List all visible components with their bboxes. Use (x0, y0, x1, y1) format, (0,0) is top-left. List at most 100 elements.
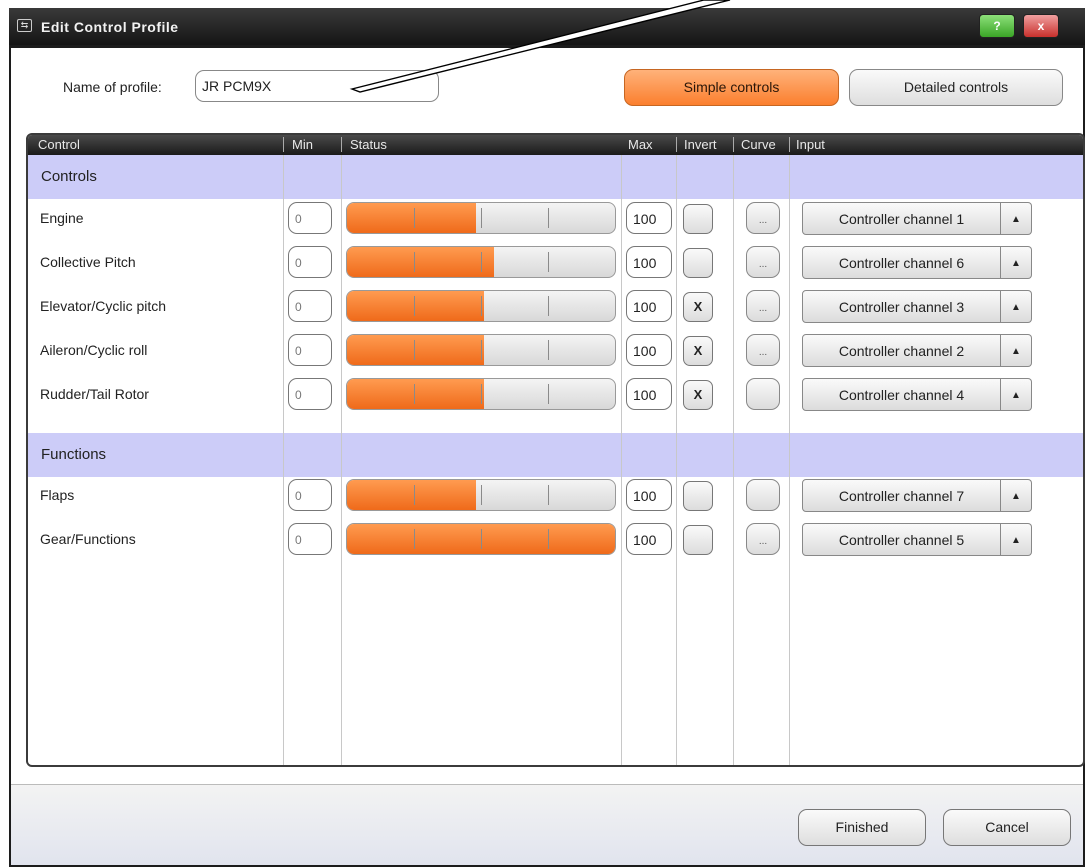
curve-button[interactable]: ... (746, 290, 780, 322)
control-name: Engine (40, 210, 84, 226)
min-input[interactable]: 0 (288, 290, 332, 322)
max-input[interactable]: 100 (626, 246, 672, 278)
help-button[interactable]: ? (979, 14, 1015, 38)
col-input: Input (796, 137, 825, 152)
status-bar (346, 479, 616, 511)
section-header-functions: Functions (28, 433, 1083, 477)
min-input[interactable]: 0 (288, 378, 332, 410)
input-channel-select[interactable]: Controller channel 3 (802, 290, 1001, 323)
curve-button[interactable]: ... (746, 334, 780, 366)
dropdown-arrow-icon[interactable]: ▲ (1001, 523, 1032, 556)
status-bar-tick (414, 208, 415, 228)
app-icon: ⇆ (17, 19, 32, 32)
dropdown-arrow-icon[interactable]: ▲ (1001, 378, 1032, 411)
status-bar-tick (481, 340, 482, 360)
min-input[interactable]: 0 (288, 246, 332, 278)
finished-button[interactable]: Finished (798, 809, 926, 846)
status-bar (346, 290, 616, 322)
dropdown-arrow-icon[interactable]: ▲ (1001, 479, 1032, 512)
col-min: Min (292, 137, 313, 152)
status-bar-tick (481, 384, 482, 404)
status-bar-tick (414, 485, 415, 505)
dropdown-arrow-icon[interactable]: ▲ (1001, 246, 1032, 279)
profile-name-label: Name of profile: (63, 79, 162, 95)
column-divider (283, 155, 284, 765)
input-channel-select[interactable]: Controller channel 6 (802, 246, 1001, 279)
status-bar-tick (414, 529, 415, 549)
curve-button[interactable] (746, 479, 780, 511)
max-input[interactable]: 100 (626, 523, 672, 555)
invert-checkbox[interactable] (683, 248, 713, 278)
curve-button[interactable]: ... (746, 246, 780, 278)
status-bar (346, 378, 616, 410)
input-channel-select[interactable]: Controller channel 4 (802, 378, 1001, 411)
section-header-controls: Controls (28, 155, 1083, 199)
invert-checkbox[interactable]: X (683, 380, 713, 410)
curve-button[interactable] (746, 378, 780, 410)
input-channel-select[interactable]: Controller channel 5 (802, 523, 1001, 556)
min-input[interactable]: 0 (288, 523, 332, 555)
header-divider (733, 137, 734, 152)
header-divider (789, 137, 790, 152)
status-bar-tick (548, 208, 549, 228)
control-name: Aileron/Cyclic roll (40, 342, 148, 358)
column-divider (621, 155, 622, 765)
dropdown-arrow-icon[interactable]: ▲ (1001, 202, 1032, 235)
controls-grid: Control Min Status Max Invert Curve Inpu… (26, 133, 1085, 767)
grid-header: Control Min Status Max Invert Curve Inpu… (28, 135, 1083, 155)
detailed-controls-button[interactable]: Detailed controls (849, 69, 1063, 106)
status-bar-tick (481, 252, 482, 272)
status-bar-tick (481, 529, 482, 549)
status-bar-tick (414, 340, 415, 360)
status-bar-tick (548, 485, 549, 505)
max-input[interactable]: 100 (626, 334, 672, 366)
max-input[interactable]: 100 (626, 290, 672, 322)
input-channel-select[interactable]: Controller channel 7 (802, 479, 1001, 512)
section-label: Functions (41, 446, 107, 463)
dropdown-arrow-icon[interactable]: ▲ (1001, 334, 1032, 367)
column-divider (733, 155, 734, 765)
invert-checkbox[interactable]: X (683, 292, 713, 322)
edit-control-profile-window: ⇆ Edit Control Profile ? x Name of profi… (9, 8, 1085, 867)
control-name: Rudder/Tail Rotor (40, 386, 149, 402)
status-bar-tick (548, 252, 549, 272)
status-bar-fill (347, 335, 484, 365)
max-input[interactable]: 100 (626, 378, 672, 410)
min-input[interactable]: 0 (288, 202, 332, 234)
col-status: Status (350, 137, 387, 152)
status-bar-tick (548, 296, 549, 316)
input-channel-select[interactable]: Controller channel 1 (802, 202, 1001, 235)
header-divider (283, 137, 284, 152)
status-bar (346, 246, 616, 278)
status-bar-tick (548, 529, 549, 549)
column-divider (676, 155, 677, 765)
status-bar (346, 202, 616, 234)
status-bar-tick (481, 208, 482, 228)
invert-checkbox[interactable] (683, 481, 713, 511)
invert-checkbox[interactable] (683, 525, 713, 555)
curve-button[interactable]: ... (746, 202, 780, 234)
status-bar-tick (481, 296, 482, 316)
cancel-button[interactable]: Cancel (943, 809, 1071, 846)
input-channel-select[interactable]: Controller channel 2 (802, 334, 1001, 367)
control-name: Flaps (40, 487, 75, 503)
invert-checkbox[interactable] (683, 204, 713, 234)
col-max: Max (628, 137, 653, 152)
close-button[interactable]: x (1023, 14, 1059, 38)
control-name: Elevator/Cyclic pitch (40, 298, 167, 314)
min-input[interactable]: 0 (288, 334, 332, 366)
curve-button[interactable]: ... (746, 523, 780, 555)
status-bar-fill (347, 379, 484, 409)
simple-controls-button[interactable]: Simple controls (624, 69, 839, 106)
dropdown-arrow-icon[interactable]: ▲ (1001, 290, 1032, 323)
profile-name-input[interactable] (195, 70, 439, 102)
status-bar-fill (347, 480, 476, 510)
min-input[interactable]: 0 (288, 479, 332, 511)
max-input[interactable]: 100 (626, 479, 672, 511)
max-input[interactable]: 100 (626, 202, 672, 234)
invert-checkbox[interactable]: X (683, 336, 713, 366)
window-title: Edit Control Profile (41, 19, 179, 35)
status-bar-tick (548, 340, 549, 360)
col-invert: Invert (684, 137, 717, 152)
header-divider (676, 137, 677, 152)
